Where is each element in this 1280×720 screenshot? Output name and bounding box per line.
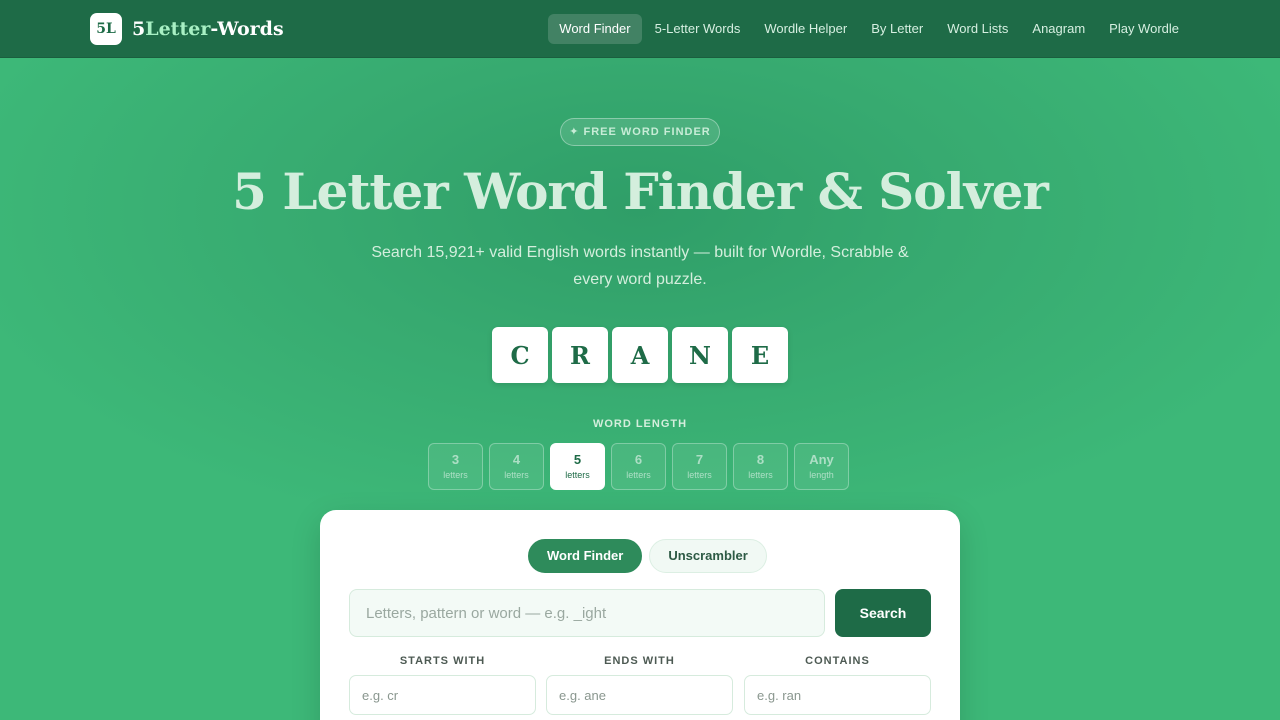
length-option-8[interactable]: 8 letters	[733, 443, 788, 490]
starts-with-label: STARTS WITH	[399, 655, 486, 667]
search-card: Word Finder Unscrambler Search STARTS WI…	[320, 510, 960, 720]
ends-with-input[interactable]	[546, 675, 733, 715]
word-length-label: WORD LENGTH	[592, 418, 688, 430]
mode-toggle: Word Finder Unscrambler	[528, 539, 774, 573]
length-option-any[interactable]: Any length	[794, 443, 849, 490]
length-option-3[interactable]: 3 letters	[428, 443, 483, 490]
nav-word-lists[interactable]: Word Lists	[936, 14, 1019, 44]
hero-subtitle: Search 15,921+ valid English words insta…	[371, 244, 909, 288]
search-input[interactable]	[349, 589, 825, 637]
letter-tiles: C R A N E	[492, 327, 792, 383]
page-title: 5 Letter Word Finder & Solver	[232, 162, 1049, 221]
starts-with-input[interactable]	[349, 675, 536, 715]
letter-tile: C	[492, 327, 548, 383]
contains-input[interactable]	[744, 675, 931, 715]
length-option-4[interactable]: 4 letters	[489, 443, 544, 490]
nav-by-letter[interactable]: By Letter	[860, 14, 934, 44]
search-button[interactable]: Search	[835, 589, 931, 637]
nav-wordle-helper[interactable]: Wordle Helper	[753, 14, 858, 44]
brand-logo[interactable]: 5L 5Letter-Words	[90, 13, 284, 45]
length-option-7[interactable]: 7 letters	[672, 443, 727, 490]
mode-unscrambler[interactable]: Unscrambler	[649, 539, 767, 573]
letter-tile: N	[672, 327, 728, 383]
length-option-6[interactable]: 6 letters	[611, 443, 666, 490]
nav-word-finder[interactable]: Word Finder	[548, 14, 642, 44]
top-navbar: 5L 5Letter-Words Word Finder 5-Letter Wo…	[0, 0, 1280, 58]
brand-name: 5Letter-Words	[132, 18, 284, 40]
nav-5-letter-words[interactable]: 5-Letter Words	[644, 14, 752, 44]
letter-tile: E	[732, 327, 788, 383]
contains-label: CONTAINS	[805, 655, 870, 667]
ends-with-label: ENDS WITH	[604, 655, 675, 667]
letter-tile: A	[612, 327, 668, 383]
hero-badge: ✦ FREE WORD FINDER	[560, 118, 720, 146]
letter-tile: R	[552, 327, 608, 383]
logo-mark: 5L	[90, 13, 122, 45]
length-option-5[interactable]: 5 letters	[550, 443, 605, 490]
nav-links: Word Finder 5-Letter Words Wordle Helper…	[546, 14, 1190, 44]
nav-play-wordle[interactable]: Play Wordle	[1098, 14, 1190, 44]
nav-anagram[interactable]: Anagram	[1021, 14, 1096, 44]
mode-word-finder[interactable]: Word Finder	[528, 539, 643, 573]
word-length-selector: 3 letters 4 letters 5 letters 6 letters 7 let…	[428, 443, 855, 490]
